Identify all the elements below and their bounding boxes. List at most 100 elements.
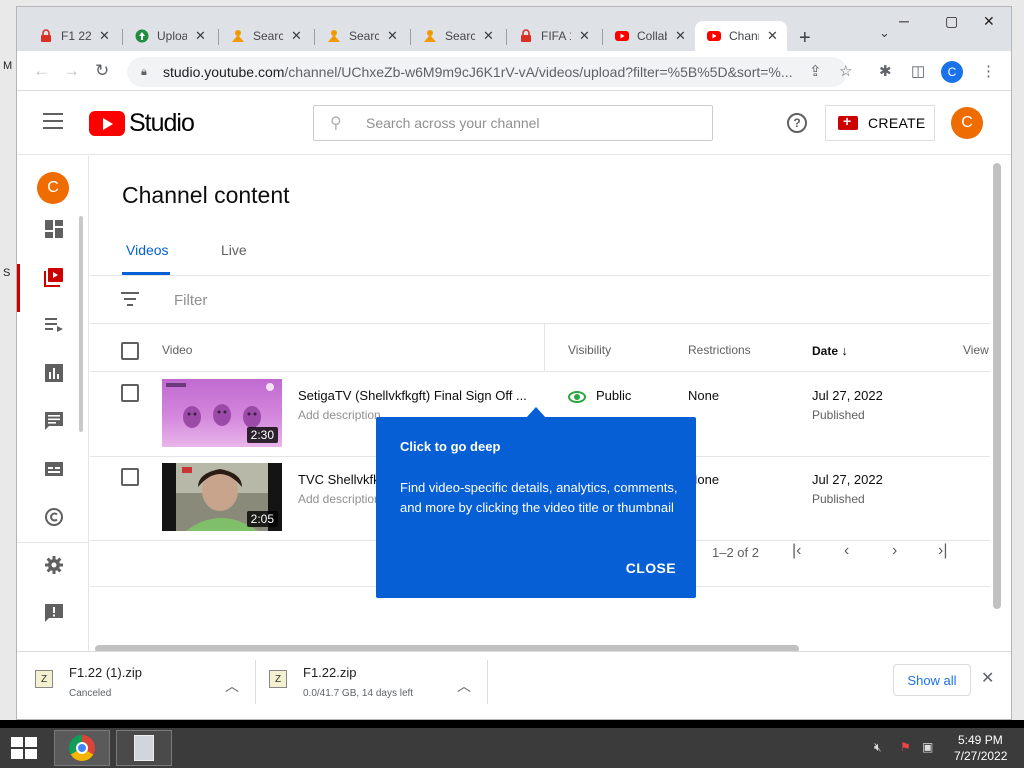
side-panel-icon[interactable]: ◫ xyxy=(911,62,925,80)
tooltip-callout: Click to go deep Find video-specific det… xyxy=(376,417,696,598)
analytics-icon[interactable] xyxy=(43,362,65,384)
tab-close-icon[interactable]: ✕ xyxy=(291,28,302,44)
video-thumbnail[interactable]: 2:30 xyxy=(162,379,282,447)
desktop-right-edge xyxy=(1012,0,1024,720)
tab-close-icon[interactable]: ✕ xyxy=(675,28,686,44)
person-orange-icon xyxy=(231,29,245,43)
kebab-menu-icon[interactable]: ⋮ xyxy=(981,62,996,80)
video-description[interactable]: Add description xyxy=(298,408,381,422)
browser-tab[interactable]: F1 22 ✕ xyxy=(27,21,123,51)
network-error-icon[interactable]: ⚑ xyxy=(900,740,911,754)
dashboard-icon[interactable] xyxy=(43,218,65,240)
last-page-icon[interactable]: ›| xyxy=(938,542,947,560)
eye-icon[interactable] xyxy=(568,391,586,403)
download-item[interactable]: Z F1.22.zip 0.0/41.7 GB, 14 days left ︿ xyxy=(269,660,489,712)
tab-close-icon[interactable]: ✕ xyxy=(195,28,206,44)
tab-live[interactable]: Live xyxy=(221,242,247,258)
tab-close-icon[interactable]: ✕ xyxy=(767,28,778,44)
video-thumbnail[interactable]: 2:05 xyxy=(162,463,282,531)
callout-body: Find video-specific details, analytics, … xyxy=(400,480,678,515)
browser-tab[interactable]: Search ✕ xyxy=(219,21,315,51)
tab-close-icon[interactable]: ✕ xyxy=(387,28,398,44)
row-checkbox[interactable] xyxy=(121,468,139,486)
select-all-checkbox[interactable] xyxy=(121,342,139,360)
visibility-value[interactable]: Public xyxy=(596,388,631,403)
tab-close-icon[interactable]: ✕ xyxy=(483,28,494,44)
extensions-puzzle-icon[interactable]: ✱ xyxy=(879,62,892,80)
chrome-window: F1 22 ✕ Uploa ✕ Search ✕ Search ✕ Search… xyxy=(16,6,1012,720)
video-title-link[interactable]: SetigaTV (Shellvkfkgft) Final Sign Off .… xyxy=(298,388,526,403)
taskbar-chrome[interactable] xyxy=(54,730,110,766)
publish-status: Published xyxy=(812,408,865,422)
comments-icon[interactable] xyxy=(43,410,65,432)
chevron-up-icon[interactable]: ︿ xyxy=(457,676,471,696)
reload-icon[interactable]: ↻ xyxy=(95,61,109,81)
browser-tab[interactable]: Collab ✕ xyxy=(603,21,695,51)
create-button[interactable]: CREATE xyxy=(825,105,935,141)
browser-tab[interactable]: Search ✕ xyxy=(315,21,411,51)
video-description[interactable]: Add description xyxy=(298,492,381,506)
copyright-icon[interactable] xyxy=(43,506,65,528)
tab-search-chevron-icon[interactable]: ⌄ xyxy=(879,25,890,41)
tab-close-icon[interactable]: ✕ xyxy=(99,28,110,44)
next-page-icon[interactable]: › xyxy=(892,542,897,560)
clock-time[interactable]: 5:49 PM xyxy=(958,733,1003,747)
column-divider[interactable] xyxy=(544,324,545,372)
action-center-icon[interactable]: ▣ xyxy=(922,740,933,754)
share-icon[interactable]: ⇪ xyxy=(809,62,822,80)
browser-tab-active[interactable]: Chann ✕ xyxy=(695,21,787,51)
channel-search-input[interactable]: ⚲ Search across your channel xyxy=(313,105,713,141)
browser-tab[interactable]: Search ✕ xyxy=(411,21,507,51)
column-header-visibility: Visibility xyxy=(568,343,612,357)
column-header-date[interactable]: Date ↓ xyxy=(812,343,848,358)
browser-tab[interactable]: Uploa ✕ xyxy=(123,21,219,51)
first-page-icon[interactable]: |‹ xyxy=(792,542,801,560)
channel-avatar[interactable]: C xyxy=(37,172,69,204)
chevron-up-icon[interactable]: ︿ xyxy=(225,676,239,696)
vertical-scrollbar[interactable] xyxy=(993,163,1001,609)
close-shelf-icon[interactable]: ✕ xyxy=(981,668,994,688)
minimize-icon[interactable]: ─ xyxy=(899,13,909,29)
settings-gear-icon[interactable] xyxy=(43,554,65,576)
back-arrow-icon[interactable]: ← xyxy=(33,61,50,81)
account-avatar[interactable]: C xyxy=(951,107,983,139)
browser-toolbar: ← → ↻ 🔒︎ studio.youtube.com/channel/UChx… xyxy=(17,51,1011,91)
tab-close-icon[interactable]: ✕ xyxy=(579,28,590,44)
download-item[interactable]: Z F1.22 (1).zip Canceled ︿ xyxy=(35,660,255,712)
bookmark-star-icon[interactable]: ☆ xyxy=(839,62,852,80)
left-rail: C xyxy=(17,156,89,651)
hamburger-menu-icon[interactable] xyxy=(43,113,63,134)
callout-title: Click to go deep xyxy=(400,439,501,454)
date-value: Jul 27, 2022 xyxy=(812,388,883,403)
browser-tab[interactable]: FIFA 1 ✕ xyxy=(507,21,603,51)
content-icon[interactable] xyxy=(43,266,65,288)
zip-file-icon: Z xyxy=(269,670,287,688)
help-icon[interactable]: ? xyxy=(787,113,807,133)
show-all-downloads-button[interactable]: Show all xyxy=(893,664,971,696)
taskbar-recycle-bin[interactable] xyxy=(116,730,172,766)
sort-down-arrow-icon: ↓ xyxy=(841,343,848,358)
subtitles-icon[interactable] xyxy=(43,458,65,480)
feedback-icon[interactable] xyxy=(43,602,65,624)
tab-videos[interactable]: Videos xyxy=(126,242,169,258)
download-separator xyxy=(487,660,488,704)
youtube-studio-logo[interactable]: Studio xyxy=(89,109,195,138)
filter-icon[interactable] xyxy=(121,292,139,310)
callout-close-button[interactable]: CLOSE xyxy=(626,560,676,576)
row-checkbox[interactable] xyxy=(121,384,139,402)
new-tab-button[interactable]: + xyxy=(799,27,811,50)
tabs-divider xyxy=(90,275,990,276)
filter-input[interactable]: Filter xyxy=(174,292,207,309)
volume-muted-icon[interactable]: 🔇︎ xyxy=(874,740,882,755)
windows-start-icon[interactable] xyxy=(10,736,38,760)
previous-page-icon[interactable]: ‹ xyxy=(844,542,849,560)
rail-scrollbar[interactable] xyxy=(79,216,83,432)
address-bar[interactable]: 🔒︎ studio.youtube.com/channel/UChxeZb-w6… xyxy=(127,57,847,87)
clock-date[interactable]: 7/27/2022 xyxy=(954,749,1007,763)
playlists-icon[interactable] xyxy=(43,314,65,336)
window-close-icon[interactable]: ✕ xyxy=(983,13,995,30)
video-title-link[interactable]: TVC Shellvkfk xyxy=(298,472,378,487)
forward-arrow-icon[interactable]: → xyxy=(63,61,80,81)
profile-avatar[interactable]: C xyxy=(941,61,963,83)
maximize-icon[interactable]: ▢ xyxy=(945,13,958,30)
